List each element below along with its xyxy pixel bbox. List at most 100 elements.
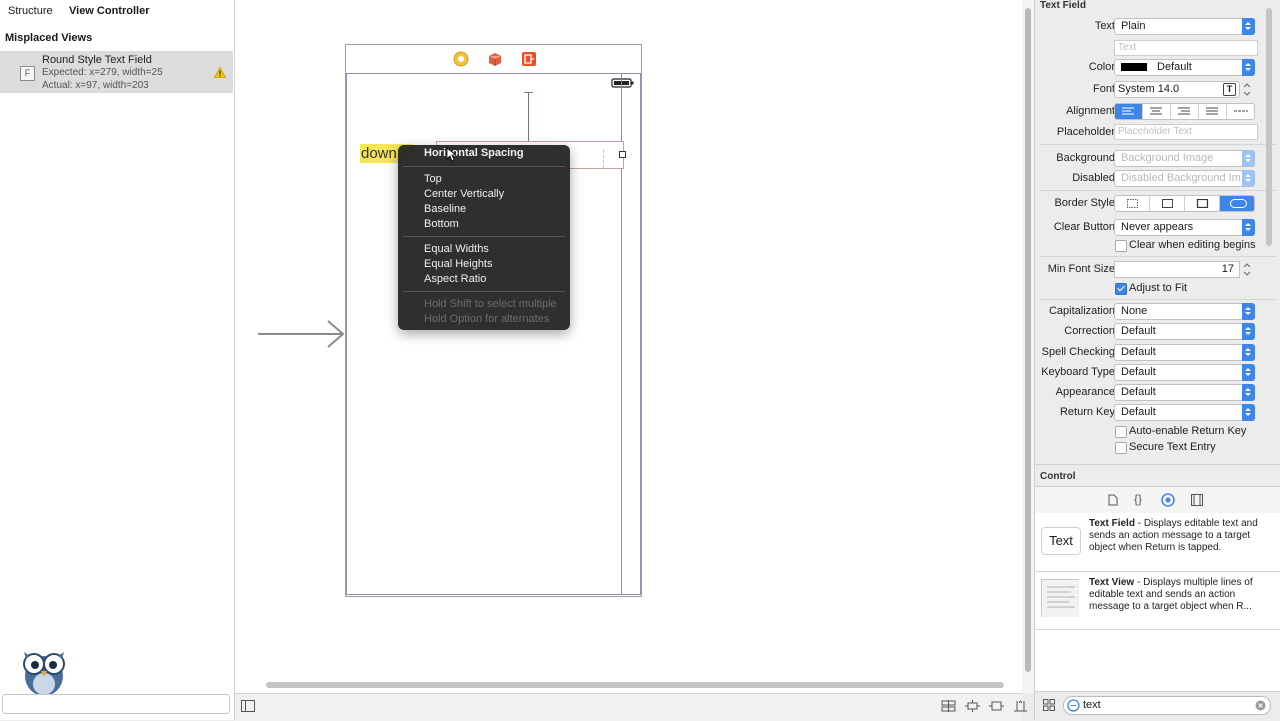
- font-label: Font: [1092, 83, 1115, 95]
- text-field-divider: [603, 150, 604, 168]
- keyboard-type-popup[interactable]: Default: [1114, 364, 1255, 381]
- media-library-icon[interactable]: [1191, 494, 1203, 506]
- popup-arrows-icon: [1242, 323, 1255, 340]
- background-image-popup[interactable]: Background Image: [1114, 150, 1255, 167]
- battery-icon: [611, 78, 634, 88]
- min-font-stepper-icon[interactable]: [1242, 261, 1252, 278]
- color-popup[interactable]: Default: [1114, 59, 1255, 76]
- menu-hint-shift: Hold Shift to select multiple: [424, 298, 557, 310]
- menu-item-center-vertically[interactable]: Center Vertically: [424, 188, 504, 200]
- background-label: Background: [1056, 152, 1115, 164]
- divider: [1040, 299, 1276, 300]
- text-label: Text: [1094, 20, 1115, 32]
- secure-text-entry-checkbox[interactable]: [1115, 442, 1127, 454]
- clear-search-icon[interactable]: [1255, 700, 1266, 711]
- disabled-image-popup[interactable]: Disabled Background Im: [1114, 170, 1255, 187]
- document-outline-toggle-icon[interactable]: [241, 700, 255, 712]
- attributes-inspector: Text Field Text Plain Text Color Default…: [1034, 0, 1280, 721]
- navigator-filter-field[interactable]: [2, 694, 230, 714]
- text-field-input[interactable]: Text: [1114, 40, 1258, 56]
- code-snippet-icon[interactable]: {}: [1134, 492, 1142, 506]
- menu-item-baseline[interactable]: Baseline: [424, 203, 466, 215]
- text-view-name: Text View: [1089, 577, 1135, 588]
- disabled-label: Disabled: [1072, 172, 1115, 184]
- file-template-icon[interactable]: [1108, 494, 1118, 506]
- auto-enable-return-checkbox[interactable]: [1115, 426, 1127, 438]
- spell-checking-popup[interactable]: Default: [1114, 344, 1255, 361]
- appearance-popup[interactable]: Default: [1114, 384, 1255, 401]
- library-item-text-field[interactable]: Text Text Field - Displays editable text…: [1035, 513, 1280, 568]
- object-library-icon[interactable]: [1161, 493, 1175, 507]
- menu-item-aspect-ratio[interactable]: Aspect Ratio: [424, 273, 486, 285]
- disabled-value: Disabled Background Im: [1121, 172, 1241, 184]
- warning-icon[interactable]: [214, 67, 226, 78]
- library-search-field[interactable]: text: [1063, 696, 1271, 715]
- clear-button-value: Never appears: [1121, 221, 1194, 233]
- resizing-behavior-icon[interactable]: [1013, 699, 1028, 713]
- font-value: System 14.0: [1118, 83, 1180, 95]
- library-item-text-view[interactable]: Text View - Displays multiple lines of e…: [1035, 571, 1280, 627]
- canvas-horizontal-scrollbar[interactable]: [266, 682, 1004, 688]
- secure-text-entry-label: Secure Text Entry: [1129, 441, 1216, 453]
- pin-icon[interactable]: [965, 700, 980, 712]
- spell-checking-label: Spell Checking: [1041, 346, 1115, 358]
- correction-label: Correction: [1064, 325, 1115, 337]
- capitalization-popup[interactable]: None: [1114, 303, 1255, 320]
- canvas-vertical-scrollbar[interactable]: [1022, 0, 1034, 693]
- resize-handle[interactable]: [619, 151, 626, 158]
- spell-checking-value: Default: [1121, 346, 1156, 358]
- alignment-icons: [1122, 107, 1248, 115]
- library-filter-bar: text: [1035, 691, 1280, 721]
- correction-popup[interactable]: Default: [1114, 323, 1255, 340]
- issue-navigator: Structure View Controller Misplaced View…: [0, 0, 235, 720]
- text-view-description: Text View - Displays multiple lines of e…: [1089, 577, 1267, 613]
- first-responder-icon[interactable]: [487, 51, 503, 67]
- issue-expected: Expected: x=279, width=25: [42, 67, 163, 78]
- return-key-popup[interactable]: Default: [1114, 404, 1255, 421]
- min-font-size-value: 17: [1221, 263, 1234, 275]
- scene-dock: [346, 45, 641, 74]
- font-picker-icon[interactable]: T: [1223, 83, 1236, 96]
- clear-when-editing-checkbox[interactable]: [1115, 240, 1127, 252]
- keyboard-type-label: Keyboard Type: [1041, 366, 1115, 378]
- view-controller-icon[interactable]: [453, 51, 469, 67]
- inspector-scrollbar[interactable]: [1266, 8, 1272, 246]
- issue-row-misplaced[interactable]: F Round Style Text Field Expected: x=279…: [0, 51, 233, 93]
- menu-hint-option: Hold Option for alternates: [424, 313, 550, 325]
- clear-button-popup[interactable]: Never appears: [1114, 219, 1255, 236]
- entry-point-arrow[interactable]: [258, 318, 348, 352]
- color-value: Default: [1157, 61, 1192, 73]
- font-stepper-icon[interactable]: [1242, 81, 1252, 98]
- adjust-to-fit-checkbox[interactable]: [1115, 283, 1127, 295]
- font-field[interactable]: System 14.0 T: [1114, 81, 1240, 98]
- correction-value: Default: [1121, 325, 1156, 337]
- placeholder-input[interactable]: Placeholder Text: [1114, 124, 1258, 140]
- top-constraint-guide: [528, 92, 529, 142]
- scroll-thumb[interactable]: [1025, 8, 1031, 672]
- menu-item-top[interactable]: Top: [424, 173, 442, 185]
- text-field-icon: F: [20, 66, 35, 81]
- min-font-size-field[interactable]: 17: [1114, 261, 1240, 278]
- alignment-label: Alignment: [1066, 105, 1115, 117]
- resolve-issues-icon[interactable]: [989, 700, 1004, 712]
- auto-enable-return-label: Auto-enable Return Key: [1129, 425, 1247, 437]
- menu-item-horizontal-spacing[interactable]: Horizontal Spacing: [424, 147, 524, 159]
- exit-icon[interactable]: [521, 51, 537, 67]
- align-icon[interactable]: [941, 700, 956, 712]
- object-library-list: Text Text Field - Displays editable text…: [1035, 513, 1280, 691]
- popup-arrows-icon: [1242, 150, 1255, 167]
- library-search-value: text: [1083, 699, 1101, 711]
- menu-item-equal-widths[interactable]: Equal Widths: [424, 243, 489, 255]
- divider: [1035, 629, 1280, 630]
- tab-structure[interactable]: Structure: [8, 5, 53, 17]
- border-style-segmented-control[interactable]: [1114, 195, 1255, 212]
- alignment-segmented-control[interactable]: [1114, 103, 1255, 120]
- border-style-label: Border Style: [1054, 197, 1115, 209]
- menu-item-equal-heights[interactable]: Equal Heights: [424, 258, 493, 270]
- text-type-popup[interactable]: Plain: [1114, 18, 1255, 35]
- tab-view-controller[interactable]: View Controller: [69, 5, 149, 17]
- menu-item-bottom[interactable]: Bottom: [424, 218, 459, 230]
- adjust-to-fit-label: Adjust to Fit: [1129, 282, 1188, 294]
- text-field-name: Text Field: [1089, 518, 1135, 529]
- grid-view-icon[interactable]: [1043, 699, 1055, 711]
